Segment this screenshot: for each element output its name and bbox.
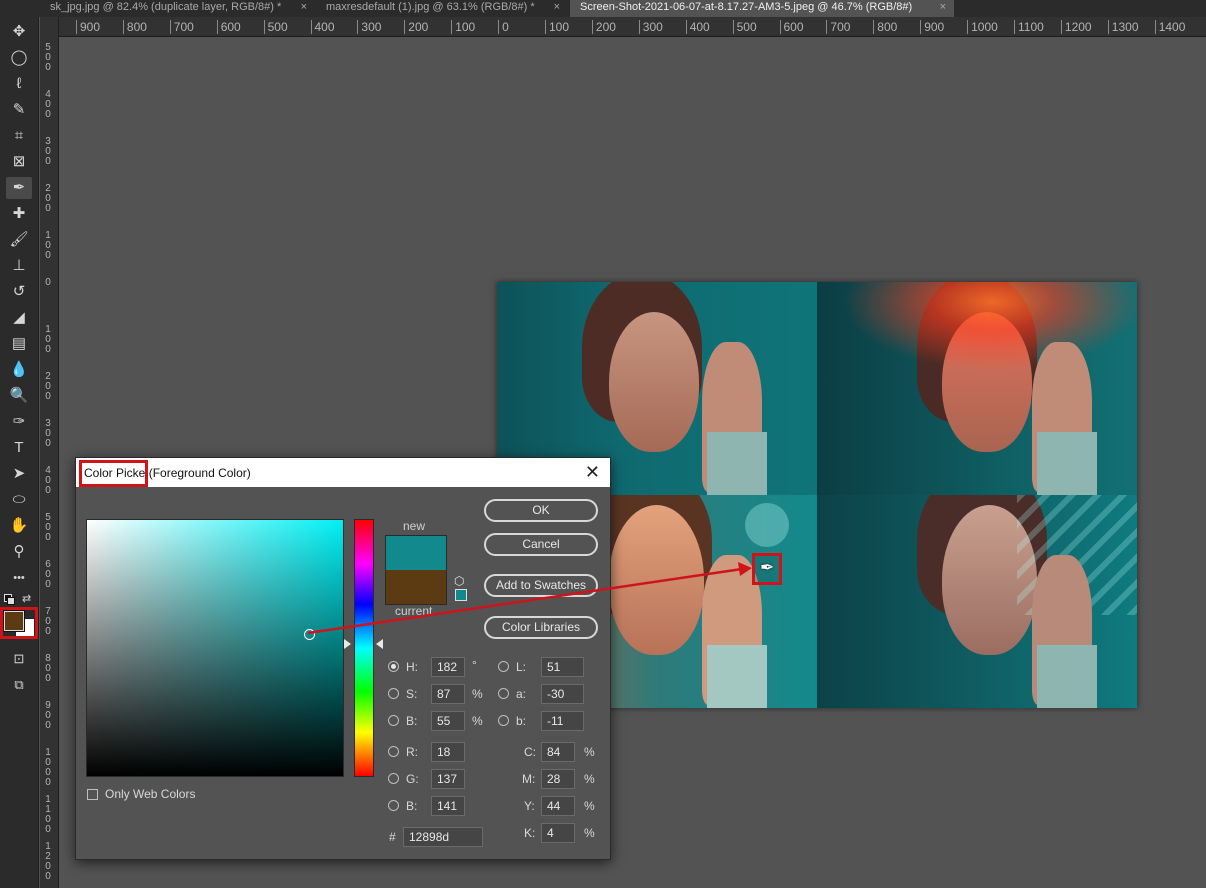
annotation-arrow bbox=[307, 562, 752, 635]
